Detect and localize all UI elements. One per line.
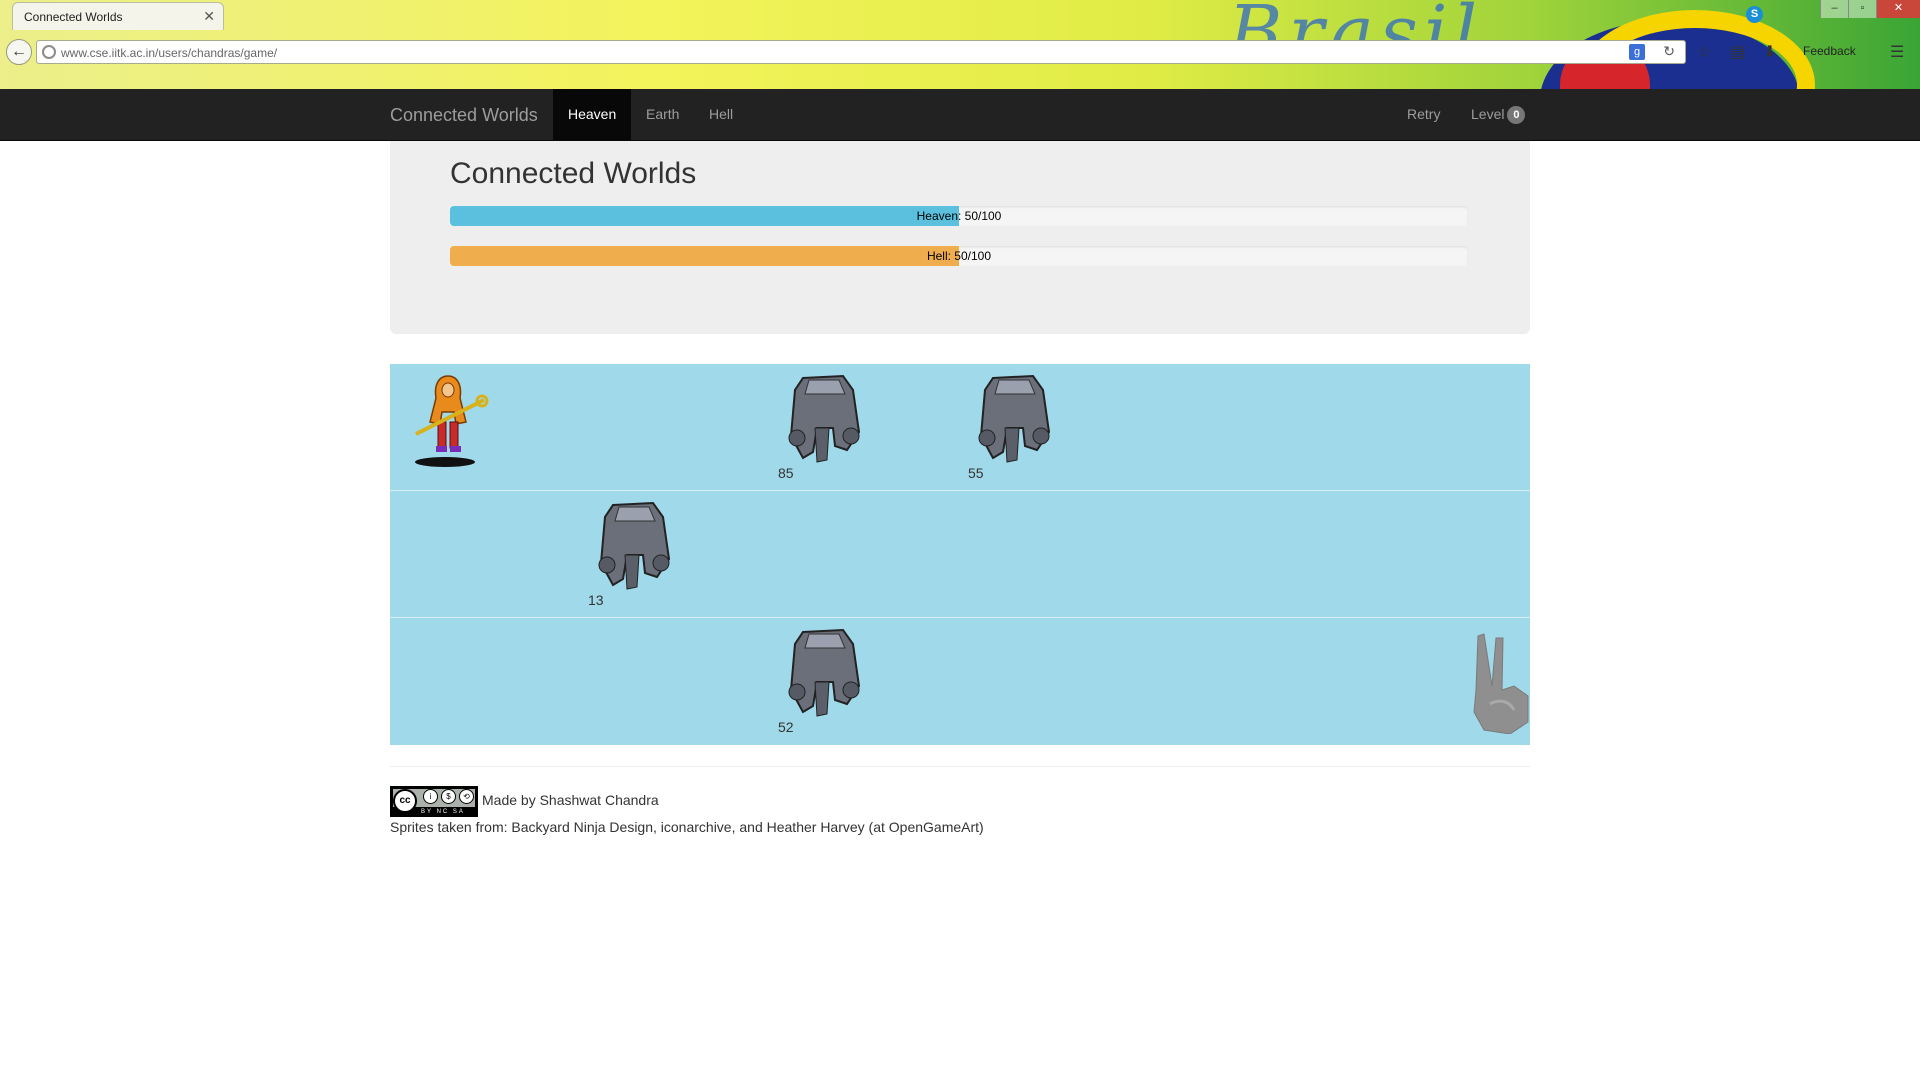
lane-3[interactable]: 52 — [390, 618, 1530, 745]
bookmark-star-icon[interactable]: ☆ — [1697, 42, 1711, 62]
close-window-button[interactable]: ✕ — [1876, 0, 1920, 18]
golem-label: 85 — [778, 465, 794, 481]
page-title: Connected Worlds — [450, 157, 697, 190]
reload-icon[interactable]: ↻ — [1663, 43, 1675, 60]
player-warrior-sprite[interactable] — [410, 372, 490, 472]
level-indicator[interactable]: Level 0 — [1456, 89, 1540, 140]
golem-label: 52 — [778, 719, 794, 735]
window-controls: – ▫ ✕ — [1820, 0, 1920, 18]
golem-enemy-sprite[interactable] — [975, 372, 1055, 464]
cc-license-badge[interactable]: cc i $ ⟲ BY NC SA — [390, 786, 478, 817]
browser-chrome: Brasil Connected Worlds ✕ S – ▫ ✕ ← www.… — [0, 0, 1920, 89]
minimize-button[interactable]: – — [1820, 0, 1848, 18]
skype-icon[interactable]: S — [1746, 6, 1763, 23]
golem-enemy-sprite[interactable] — [785, 626, 865, 718]
tab-earth[interactable]: Earth — [631, 89, 694, 140]
status-panel: Connected Worlds Heaven: 50/100 Hell: 50… — [390, 141, 1530, 334]
url-bar[interactable]: www.cse.iitk.ac.in/users/chandras/game/ … — [36, 40, 1686, 64]
menu-icon[interactable]: ☰ — [1890, 42, 1904, 62]
golem-label: 55 — [968, 465, 984, 481]
tab-heaven[interactable]: Heaven — [553, 89, 632, 140]
url-text[interactable]: www.cse.iitk.ac.in/users/chandras/game/ — [61, 46, 277, 60]
golem-enemy-sprite[interactable] — [595, 499, 675, 591]
tab-title: Connected Worlds — [24, 10, 123, 24]
footer-made-by: Made by Shashwat Chandra — [482, 792, 659, 808]
feedback-button[interactable]: Feedback — [1803, 44, 1856, 58]
game-board: 85 55 13 52 — [390, 364, 1530, 745]
attribution-icon: i — [423, 789, 438, 804]
navbar: Connected Worlds Heaven Earth Hell Retry… — [0, 89, 1920, 141]
tab-hell[interactable]: Hell — [694, 89, 748, 140]
peace-hand-icon — [1473, 633, 1529, 734]
heaven-progress-text: Heaven: 50/100 — [916, 209, 1002, 223]
retry-button[interactable]: Retry — [1392, 89, 1455, 140]
hell-progress-bar: Hell: 50/100 — [450, 246, 1468, 266]
globe-icon — [42, 45, 56, 59]
lane-2[interactable]: 13 — [390, 491, 1530, 618]
footer-sprites-credit: Sprites taken from: Backyard Ninja Desig… — [390, 819, 984, 835]
hell-progress-text: Hell: 50/100 — [926, 249, 992, 263]
heaven-progress-bar: Heaven: 50/100 — [450, 206, 1468, 226]
back-arrow-icon[interactable]: ← — [6, 39, 32, 65]
footer-divider — [390, 766, 1530, 767]
noncommercial-icon: $ — [441, 789, 456, 804]
level-badge: 0 — [1507, 106, 1526, 125]
google-search-icon[interactable]: g — [1629, 44, 1645, 60]
golem-label: 13 — [588, 592, 604, 608]
lane-1[interactable]: 85 55 — [390, 364, 1530, 491]
sharealike-icon: ⟲ — [459, 789, 474, 804]
brand-link[interactable]: Connected Worlds — [390, 105, 538, 126]
level-label: Level — [1471, 106, 1505, 122]
browser-tab[interactable]: Connected Worlds ✕ — [12, 2, 224, 30]
maximize-button[interactable]: ▫ — [1848, 0, 1876, 18]
bookmarks-list-icon[interactable]: ▤ — [1730, 42, 1745, 62]
cc-labels: BY NC SA — [421, 809, 465, 815]
browser-toolbar: ← www.cse.iitk.ac.in/users/chandras/game… — [0, 30, 1920, 69]
close-icon[interactable]: ✕ — [203, 8, 215, 25]
golem-enemy-sprite[interactable] — [785, 372, 865, 464]
cc-icon: cc — [393, 789, 417, 813]
download-icon[interactable]: ⬇ — [1763, 42, 1776, 62]
